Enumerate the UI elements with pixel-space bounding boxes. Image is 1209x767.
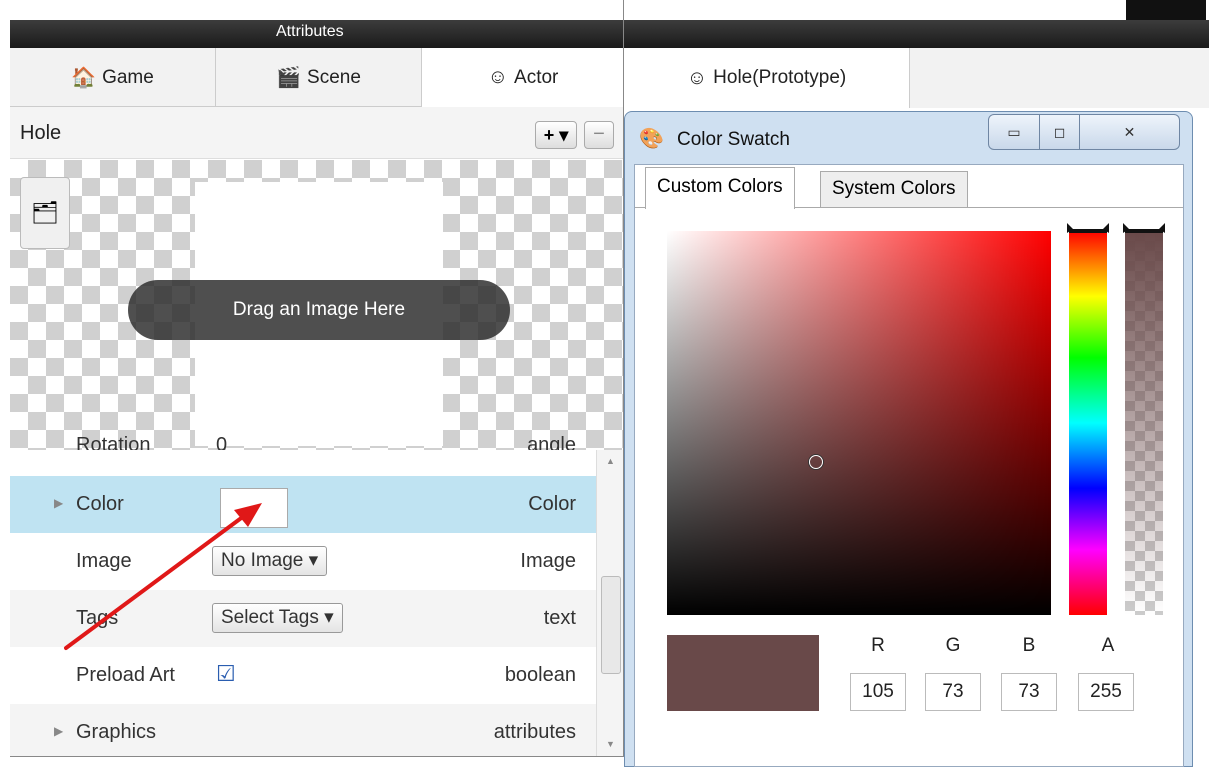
blue-input[interactable]: 73: [1001, 673, 1057, 711]
dark-corner: [1126, 0, 1206, 20]
alpha-slider[interactable]: [1125, 231, 1163, 615]
maximize-icon: ◻: [1053, 124, 1066, 140]
green-input[interactable]: 73: [925, 673, 981, 711]
palette-icon: 🎨: [639, 128, 664, 150]
channel-label-b: B: [1022, 635, 1036, 656]
tab-custom-colors[interactable]: Custom Colors: [645, 167, 795, 209]
color-swatch-dialog: 🎨 Color Swatch ▭ ◻ ✕ Custom Colors Syste…: [624, 111, 1193, 767]
red-input[interactable]: 105: [850, 673, 906, 711]
minimize-button[interactable]: ▭: [988, 114, 1040, 150]
color-preview: [667, 635, 819, 711]
channel-label-a: A: [1101, 635, 1115, 656]
right-header-strip: [624, 20, 1209, 48]
channel-label-r: R: [871, 635, 885, 656]
saturation-value-picker[interactable]: [667, 231, 1051, 615]
close-icon: ✕: [1123, 124, 1136, 140]
close-button[interactable]: ✕: [1080, 114, 1180, 150]
hue-slider[interactable]: [1069, 231, 1107, 615]
alpha-input[interactable]: 255: [1078, 673, 1134, 711]
annotation-arrow: [64, 503, 262, 650]
dialog-title: Color Swatch: [677, 129, 790, 150]
picker-cursor[interactable]: [809, 455, 823, 469]
tab-hole-prototype[interactable]: ☺ Hole(Prototype): [624, 48, 910, 108]
channel-label-g: G: [945, 635, 961, 656]
alpha-slider-handle[interactable]: [1123, 223, 1165, 235]
dialog-body: Custom Colors System Colors R G B A 105 …: [634, 164, 1184, 767]
hue-slider-handle[interactable]: [1067, 223, 1109, 235]
minimize-icon: ▭: [1007, 124, 1021, 140]
attributes-panel: Attributes 🏠 Game 🎬 Scene ☺ Actor Hole +…: [10, 0, 624, 757]
mask-icon: ☺: [686, 66, 708, 89]
tab-hole-prototype-label: Hole(Prototype): [713, 67, 847, 88]
tab-system-colors[interactable]: System Colors: [820, 171, 968, 207]
maximize-button[interactable]: ◻: [1040, 114, 1080, 150]
